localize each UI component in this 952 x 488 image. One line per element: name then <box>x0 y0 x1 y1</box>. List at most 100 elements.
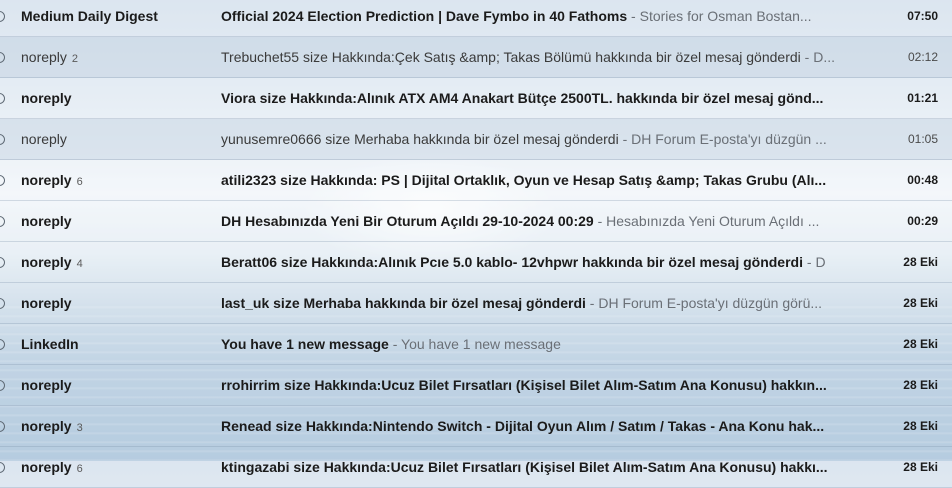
email-snippet: DH Forum E-posta'yı düzgün görü... <box>598 295 823 311</box>
email-content: atili2323 size Hakkında: PS | Dijital Or… <box>221 172 847 188</box>
email-content: Trebuchet55 size Hakkında:Çek Satış &amp… <box>221 49 847 65</box>
email-list: Medium Daily Digest Official 2024 Electio… <box>0 0 952 488</box>
email-sender: noreply <box>21 213 211 229</box>
thread-count: 6 <box>76 463 83 475</box>
email-snippet: DH Forum E-posta'yı düzgün ... <box>631 131 827 147</box>
select-checkbox[interactable] <box>0 461 5 473</box>
email-snippet: D... <box>813 49 835 65</box>
email-sender: noreply 6 <box>21 459 211 475</box>
email-content: ktingazabi size Hakkında:Ucuz Bilet Fırs… <box>221 459 847 475</box>
email-row[interactable]: noreply 6 ktingazabi size Hakkında:Ucuz Bi… <box>0 447 952 488</box>
snippet-separator: - <box>585 295 599 311</box>
email-date: 07:50 <box>907 9 938 23</box>
sender-name: noreply <box>21 377 72 393</box>
email-row[interactable]: noreply DH Hesabınızda Yeni Bir Oturum Aç… <box>0 201 952 242</box>
email-sender: noreply 2 <box>21 49 211 65</box>
sender-name: Medium Daily Digest <box>21 8 158 24</box>
select-checkbox[interactable] <box>0 256 5 268</box>
email-subject: DH Hesabınızda Yeni Bir Oturum Açıldı 29… <box>221 213 594 229</box>
sender-name: noreply <box>21 254 72 270</box>
sender-name: noreply <box>21 213 72 229</box>
sender-name: noreply <box>21 172 72 188</box>
email-sender: noreply <box>21 295 211 311</box>
sender-name: noreply <box>21 459 72 475</box>
email-content: Viora size Hakkında:Alınık ATX AM4 Anaka… <box>221 90 847 106</box>
email-sender: noreply <box>21 131 211 147</box>
email-content: last_uk size Merhaba hakkında bir özel m… <box>221 295 847 311</box>
email-subject: Trebuchet55 size Hakkında:Çek Satış &amp… <box>221 49 801 65</box>
select-checkbox[interactable] <box>0 420 5 432</box>
thread-count: 2 <box>71 53 79 65</box>
email-snippet: D <box>815 254 826 270</box>
email-date: 01:05 <box>907 132 938 146</box>
email-sender: LinkedIn <box>21 336 211 352</box>
email-sender: noreply <box>21 90 211 106</box>
email-content: rrohirrim size Hakkında:Ucuz Bilet Fırsa… <box>221 377 847 393</box>
email-subject: rrohirrim size Hakkında:Ucuz Bilet Fırsa… <box>221 377 827 393</box>
email-subject: yunusemre0666 size Merhaba hakkında bir … <box>221 131 619 147</box>
email-date: 00:48 <box>907 173 938 187</box>
snippet-separator: - <box>800 49 814 65</box>
email-row[interactable]: noreply Viora size Hakkında:Alınık ATX AM… <box>0 78 952 119</box>
sender-name: LinkedIn <box>21 336 79 352</box>
email-sender: noreply 4 <box>21 254 211 270</box>
email-sender: noreply <box>21 377 211 393</box>
email-row[interactable]: noreply 6 atili2323 size Hakkında: PS | Di… <box>0 160 952 201</box>
sender-name: noreply <box>21 49 67 65</box>
email-content: DH Hesabınızda Yeni Bir Oturum Açıldı 29… <box>221 213 847 229</box>
email-subject: Viora size Hakkında:Alınık ATX AM4 Anaka… <box>221 90 824 106</box>
snippet-separator: - <box>627 8 640 24</box>
email-subject: Beratt06 size Hakkında:Alınık Pcıe 5.0 k… <box>221 254 803 270</box>
email-row[interactable]: noreply last_uk size Merhaba hakkında bir… <box>0 283 952 324</box>
email-sender: noreply 3 <box>21 418 211 434</box>
email-date: 02:12 <box>907 50 938 64</box>
select-checkbox[interactable] <box>0 51 5 63</box>
email-date: 28 Eki <box>903 337 938 351</box>
select-checkbox[interactable] <box>0 10 5 22</box>
email-subject: Renead size Hakkında:Nintendo Switch - D… <box>221 418 825 434</box>
email-date: 00:29 <box>907 214 938 228</box>
thread-count: 6 <box>76 176 83 188</box>
email-snippet: Stories for Osman Bostan... <box>639 8 812 24</box>
email-date: 28 Eki <box>903 460 938 474</box>
email-content: yunusemre0666 size Merhaba hakkında bir … <box>221 131 847 147</box>
sender-name: noreply <box>21 90 72 106</box>
select-checkbox[interactable] <box>0 338 5 350</box>
select-checkbox[interactable] <box>0 92 5 104</box>
email-row[interactable]: noreply rrohirrim size Hakkında:Ucuz Bile… <box>0 365 952 406</box>
select-checkbox[interactable] <box>0 297 5 309</box>
snippet-separator: - <box>593 213 607 229</box>
email-sender: noreply 6 <box>21 172 211 188</box>
email-row[interactable]: noreply 3 Renead size Hakkında:Nintendo Sw… <box>0 406 952 447</box>
thread-count: 3 <box>76 422 83 434</box>
snippet-separator: - <box>802 254 816 270</box>
email-content: Renead size Hakkında:Nintendo Switch - D… <box>221 418 847 434</box>
email-content: Official 2024 Election Prediction | Dave… <box>221 8 847 24</box>
email-row[interactable]: noreply 4 Beratt06 size Hakkında:Alınık Pc… <box>0 242 952 283</box>
select-checkbox[interactable] <box>0 133 5 145</box>
email-date: 28 Eki <box>903 255 938 269</box>
select-checkbox[interactable] <box>0 379 5 391</box>
email-sender: Medium Daily Digest <box>21 8 211 24</box>
sender-name: noreply <box>21 418 72 434</box>
email-content: You have 1 new message - You have 1 new … <box>221 336 847 352</box>
email-subject: You have 1 new message <box>221 336 389 352</box>
email-subject: last_uk size Merhaba hakkında bir özel m… <box>221 295 586 311</box>
email-date: 28 Eki <box>903 419 938 433</box>
email-row[interactable]: Medium Daily Digest Official 2024 Electio… <box>0 0 952 37</box>
select-checkbox[interactable] <box>0 174 5 186</box>
email-row[interactable]: noreply yunusemre0666 size Merhaba hakkın… <box>0 119 952 160</box>
select-checkbox[interactable] <box>0 215 5 227</box>
email-subject: atili2323 size Hakkında: PS | Dijital Or… <box>221 172 827 188</box>
email-subject: ktingazabi size Hakkında:Ucuz Bilet Fırs… <box>221 459 828 475</box>
snippet-separator: - <box>388 336 402 352</box>
thread-count: 4 <box>76 258 83 270</box>
email-date: 01:21 <box>907 91 938 105</box>
email-content: Beratt06 size Hakkında:Alınık Pcıe 5.0 k… <box>221 254 847 270</box>
email-row[interactable]: LinkedIn You have 1 new message - You hav… <box>0 324 952 365</box>
email-row[interactable]: noreply 2 Trebuchet55 size Hakkında:Çek Sa… <box>0 37 952 78</box>
email-date: 28 Eki <box>903 296 938 310</box>
email-subject: Official 2024 Election Prediction | Dave… <box>221 8 628 24</box>
email-snippet: Hesabınızda Yeni Oturum Açıldı ... <box>606 213 820 229</box>
sender-name: noreply <box>21 131 67 147</box>
